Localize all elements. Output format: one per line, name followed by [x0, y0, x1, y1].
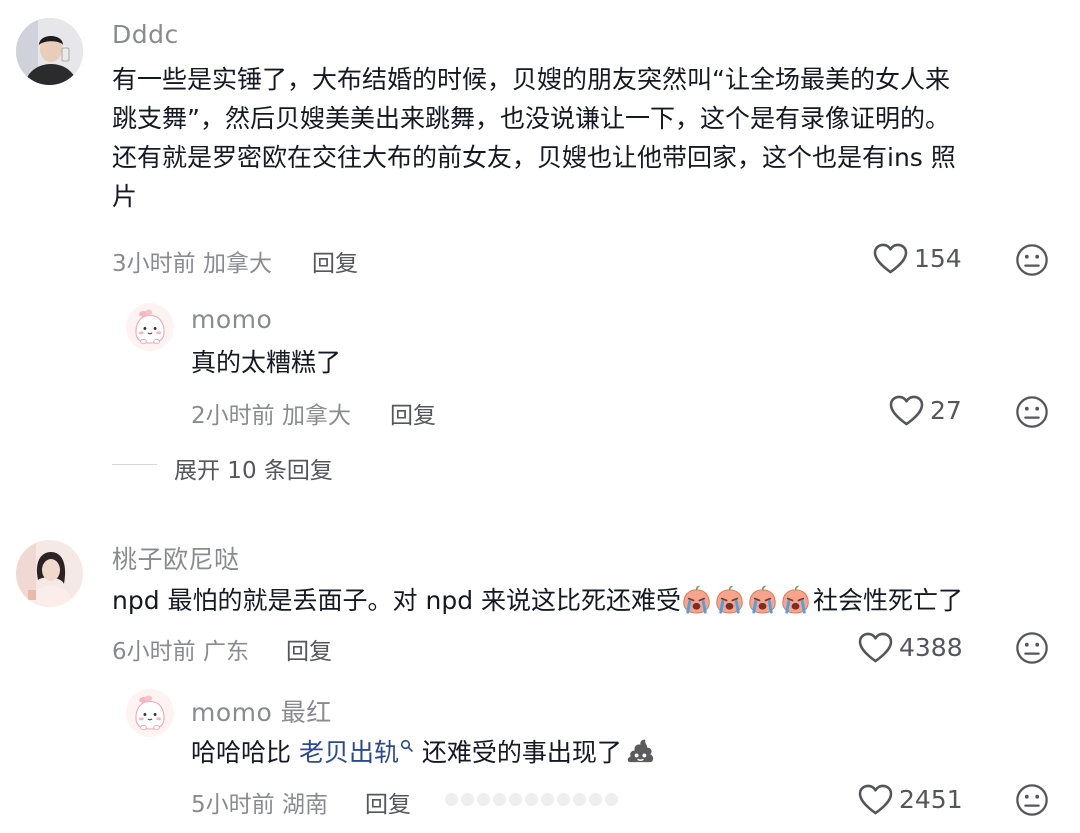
heart-icon	[889, 395, 924, 426]
reply-text-before-link: 哈哈哈比	[191, 738, 299, 767]
crying-emoji-icon	[681, 584, 712, 615]
comment-time: 6小时前	[112, 639, 196, 665]
user-photo-icon	[16, 540, 83, 607]
reply-meta: 2小时前 加拿大	[191, 396, 351, 430]
reply-username[interactable]: momo	[191, 305, 272, 334]
search-icon	[400, 739, 413, 752]
expand-replies-button[interactable]: 展开 10 条回复	[174, 451, 333, 485]
reply-button[interactable]: 回复	[312, 244, 358, 278]
comment-text: 有一些是实锤了，大布结婚的时候，贝嫂的朋友突然叫“让全场最美的女人来 跳支舞”，…	[112, 60, 1062, 216]
dislike-face-icon[interactable]	[1015, 243, 1049, 277]
like-button[interactable]: 4388	[858, 632, 963, 663]
like-count: 27	[930, 396, 962, 425]
dislike-face-icon[interactable]	[1015, 631, 1049, 665]
comment-text-before-emoji: npd 最怕的就是丢面子。对 npd 来说这比死还难受	[112, 586, 682, 615]
comment-text-line: 片	[112, 182, 138, 211]
watermark-dots	[445, 793, 618, 806]
comment-location: 广东	[202, 639, 249, 665]
comment-meta: 6小时前 广东	[112, 632, 249, 666]
like-button[interactable]: 2451	[858, 784, 963, 815]
search-link-text: 老贝出轨	[298, 738, 399, 767]
comment-meta: 3小时前 加拿大	[112, 244, 272, 278]
reply-button[interactable]: 回复	[286, 632, 332, 666]
reply-meta: 5小时前 湖南	[191, 785, 328, 819]
like-button[interactable]: 27	[889, 395, 962, 426]
comment-time: 3小时前	[112, 251, 196, 277]
comment-username[interactable]: Dddc	[112, 20, 179, 49]
comment-text-line: 有一些是实锤了，大布结婚的时候，贝嫂的朋友突然叫“让全场最美的女人来	[112, 65, 950, 94]
like-count: 154	[914, 244, 962, 273]
crying-emoji-icon	[780, 584, 811, 615]
reply-text-after-link: 还难受的事出现了	[413, 738, 622, 767]
dislike-face-icon[interactable]	[1015, 395, 1049, 429]
reply-text: 真的太糟糕了	[191, 348, 342, 377]
like-count: 4388	[899, 633, 963, 662]
reply-time: 5小时前	[191, 792, 275, 818]
crying-emoji-icon	[714, 584, 745, 615]
comment-text-line: 跳支舞”，然后贝嫂美美出来跳舞，也没说谦让一下，这个是有录像证明的。	[112, 104, 950, 133]
avatar-taozi[interactable]	[16, 540, 83, 607]
comment-text: npd 最怕的就是丢面子。对 npd 来说这比死还难受 社会性死亡了	[112, 581, 963, 620]
comment-text-line: 还有就是罗密欧在交往大布的前女友，贝嫂也让他带回家，这个也是有ins 照	[112, 143, 956, 172]
like-count: 2451	[899, 785, 963, 814]
user-photo-icon	[16, 18, 83, 85]
reply-username[interactable]: momo 最红	[191, 693, 332, 729]
like-button[interactable]: 154	[873, 243, 962, 274]
heart-icon	[858, 632, 893, 663]
comment-text-after-emoji: 社会性死亡了	[813, 586, 964, 615]
reply-location: 湖南	[281, 792, 328, 818]
heart-icon	[858, 784, 893, 815]
search-link[interactable]: 老贝出轨	[299, 738, 414, 767]
avatar-momo-zuihong[interactable]	[126, 689, 174, 737]
poop-emoji-icon	[625, 736, 656, 767]
crying-emoji-icon	[747, 584, 778, 615]
avatar-momo[interactable]	[126, 303, 174, 351]
expand-divider	[112, 464, 157, 465]
reply-button[interactable]: 回复	[390, 396, 436, 430]
comment-location: 加拿大	[202, 251, 272, 277]
dislike-face-icon[interactable]	[1015, 783, 1049, 817]
heart-icon	[873, 243, 908, 274]
reply-text: 哈哈哈比 老贝出轨 还难受的事出现了	[191, 733, 658, 772]
reply-location: 加拿大	[281, 403, 351, 429]
avatar-dddc[interactable]	[16, 18, 83, 85]
reply-time: 2小时前	[191, 403, 275, 429]
reply-button[interactable]: 回复	[365, 785, 411, 819]
comment-username[interactable]: 桃子欧尼哒	[112, 540, 240, 576]
